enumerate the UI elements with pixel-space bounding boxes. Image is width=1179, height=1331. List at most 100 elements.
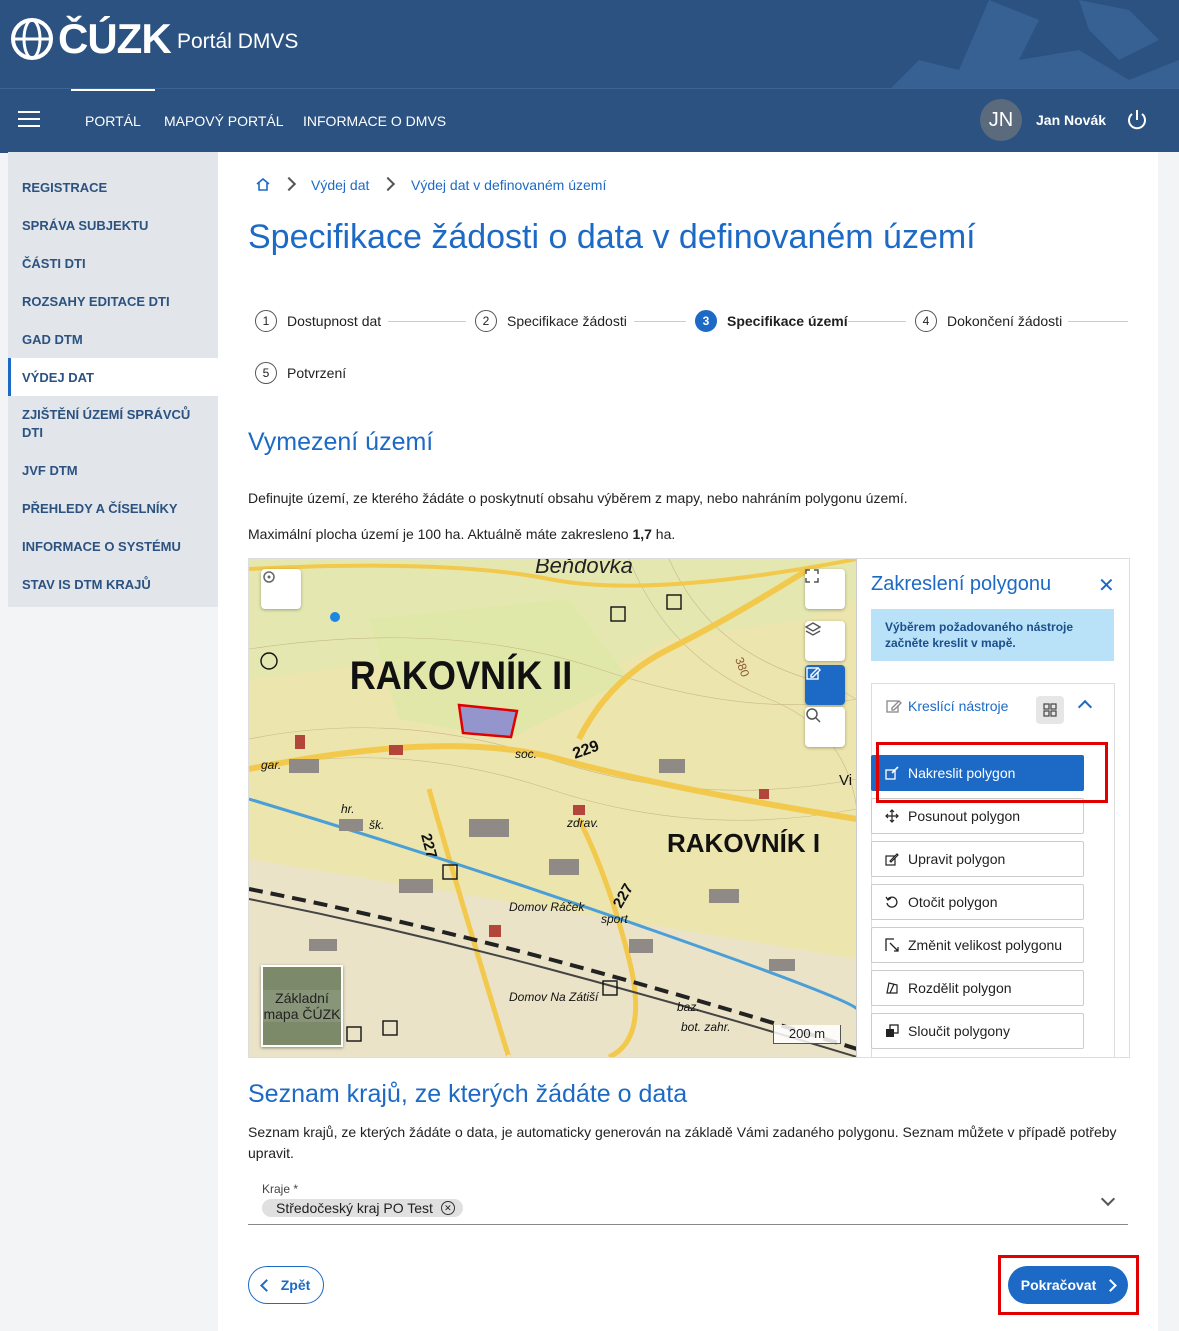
step-connector — [388, 321, 466, 322]
map-label-zdrav: zdrav. — [566, 816, 599, 830]
panel-title: Zakreslení polygonu — [871, 573, 1052, 595]
tool-move-polygon[interactable]: Posunout polygon — [871, 798, 1084, 834]
user-name[interactable]: Jan Novák — [1036, 112, 1106, 128]
section-title-kraje: Seznam krajů, ze kterých žádáte o data — [248, 1080, 688, 1108]
sidebar-item-gad-dtm[interactable]: GAD DTM — [22, 331, 207, 349]
basemap-label: Základní mapa ČÚZK — [263, 990, 341, 1022]
rotate-icon — [884, 894, 900, 910]
map-label-rakovnik-i: RAKOVNÍK I — [667, 828, 820, 858]
map-label-bendovka: Beňdovka — [535, 559, 633, 578]
highlight-box — [876, 742, 1108, 803]
map-label-gar: gar. — [261, 758, 281, 772]
avatar[interactable]: JN — [980, 99, 1022, 141]
map-label-hr: hr. — [341, 802, 355, 816]
chevron-up-icon[interactable] — [1077, 699, 1093, 715]
tool-label: Sloučit polygony — [908, 1023, 1010, 1039]
close-icon[interactable]: ✕ — [1098, 573, 1115, 598]
map-label-bot-zahr: bot. zahr. — [681, 1020, 731, 1034]
home-icon[interactable] — [256, 178, 270, 191]
step-4: 4 Dokončení žádosti — [915, 310, 1062, 332]
step-label: Dokončení žádosti — [947, 313, 1063, 329]
search-icon — [806, 708, 821, 723]
drawing-tools-label: Kreslící nástroje — [908, 698, 1009, 714]
breadcrumb-vydej-dat[interactable]: Výdej dat — [311, 177, 369, 193]
draw-polygon-panel: Zakreslení polygonu ✕ Výběrem požadované… — [856, 558, 1130, 1058]
step-connector — [1068, 321, 1128, 322]
sidebar-item-rozsahy[interactable]: ROZSAHY EDITACE DTI — [22, 293, 207, 311]
map-label-sport: sport — [601, 912, 628, 926]
step-number: 4 — [915, 310, 937, 332]
search-map-button[interactable] — [805, 707, 845, 747]
layers-icon — [805, 622, 821, 636]
tool-merge-polygons[interactable]: Sloučit polygony — [871, 1013, 1084, 1049]
map-scale: 200 m — [773, 1025, 841, 1044]
layers-button[interactable] — [805, 621, 845, 661]
info-box: Výběrem požadovaného nástroje začněte kr… — [871, 609, 1114, 661]
basemap-switcher[interactable]: Základní mapa ČÚZK — [261, 965, 343, 1047]
area-suffix: ha. — [651, 526, 676, 542]
map-label-sk: šk. — [369, 818, 384, 832]
region-chip-label: Středočeský kraj PO Test — [276, 1200, 433, 1216]
step-label: Specifikace území — [727, 313, 848, 329]
merge-icon — [884, 1023, 900, 1039]
chevron-down-icon[interactable] — [1100, 1191, 1116, 1207]
back-label: Zpět — [280, 1277, 311, 1293]
tool-edit-polygon[interactable]: Upravit polygon — [871, 841, 1084, 877]
sidebar-item-sprava-subjektu[interactable]: SPRÁVA SUBJEKTU — [22, 217, 207, 235]
section-title-vymezeni: Vymezení území — [248, 428, 434, 456]
tool-label: Otočit polygon — [908, 894, 998, 910]
map-label-domov-racek: Domov Ráček — [509, 900, 585, 914]
power-icon[interactable] — [1126, 109, 1148, 131]
tool-label: Upravit polygon — [908, 851, 1006, 867]
tool-split-polygon[interactable]: Rozdělit polygon — [871, 970, 1084, 1006]
step-number: 2 — [475, 310, 497, 332]
nav-mapovy-portal[interactable]: MAPOVÝ PORTÁL — [164, 113, 284, 129]
fullscreen-button[interactable] — [805, 569, 845, 609]
sidebar-item-stav-is[interactable]: STAV IS DTM KRAJŮ — [22, 576, 207, 594]
grid-view-button[interactable] — [1036, 696, 1064, 724]
map-label-baz: baz. — [677, 1000, 700, 1014]
nav-informace[interactable]: INFORMACE O DMVS — [303, 113, 446, 129]
back-button[interactable]: Zpět — [248, 1266, 324, 1304]
sidebar-item-jvf-dtm[interactable]: JVF DTM — [22, 462, 207, 480]
nav-portal[interactable]: PORTÁL — [71, 89, 155, 129]
reset-rotation-icon — [263, 571, 275, 583]
sidebar-item-informace[interactable]: INFORMACE O SYSTÉMU — [22, 538, 207, 556]
step-number: 1 — [255, 310, 277, 332]
tool-rotate-polygon[interactable]: Otočit polygon — [871, 884, 1084, 920]
tool-label: Rozdělit polygon — [908, 980, 1012, 996]
menu-icon[interactable] — [18, 111, 40, 129]
sidebar-item-registrace[interactable]: REGISTRACE — [22, 179, 207, 197]
cuzk-logo[interactable]: ČÚZK — [10, 14, 172, 64]
tool-label: Posunout polygon — [908, 808, 1021, 824]
breadcrumb-current[interactable]: Výdej dat v definovaném území — [411, 177, 606, 193]
background-strip — [1158, 152, 1179, 1331]
edit-icon — [806, 667, 821, 680]
area-prefix: Maximální plocha území je 100 ha. Aktuál… — [248, 526, 633, 542]
pencil-icon — [886, 700, 902, 713]
sidebar-item-zjisteni[interactable]: ZJIŠTĚNÍ ÚZEMÍ SPRÁVCŮ DTI — [22, 406, 207, 442]
section-description: Definujte území, ze kterého žádáte o pos… — [248, 490, 908, 506]
sidebar-item-casti-dti[interactable]: ČÁSTI DTI — [22, 255, 207, 273]
sidebar: REGISTRACE SPRÁVA SUBJEKTU ČÁSTI DTI ROZ… — [8, 152, 221, 607]
map-view[interactable]: Beňdovka RAKOVNÍK II RAKOVNÍK I 229 227 … — [248, 558, 857, 1058]
sidebar-item-prehledy[interactable]: PŘEHLEDY A ČÍSELNÍKY — [22, 500, 207, 518]
draw-tools-button[interactable] — [805, 665, 845, 705]
step-1: 1 Dostupnost dat — [255, 310, 381, 332]
step-connector — [634, 321, 686, 322]
kraje-select[interactable]: Kraje * Středočeský kraj PO Test ✕ — [248, 1178, 1128, 1225]
map-label-rakovnik-ii: RAKOVNÍK II — [350, 652, 573, 698]
tool-resize-polygon[interactable]: Změnit velikost polygonu — [871, 927, 1084, 963]
sidebar-item-vydej-dat[interactable]: VÝDEJ DAT — [22, 369, 207, 387]
map-label-vi: Vi — [839, 772, 852, 789]
logo-text: ČÚZK — [58, 15, 172, 62]
section2-description: Seznam krajů, ze kterých žádáte o data, … — [248, 1124, 1117, 1161]
chevron-left-icon — [259, 1278, 273, 1292]
rotate-map-button[interactable] — [261, 569, 301, 609]
main-nav: PORTÁL MAPOVÝ PORTÁL INFORMACE O DMVS JN… — [0, 88, 1179, 153]
step-number: 3 — [695, 310, 717, 332]
area-info: Maximální plocha území je 100 ha. Aktuál… — [248, 524, 675, 545]
remove-chip-icon[interactable]: ✕ — [440, 1201, 455, 1215]
drawing-tools-header[interactable]: Kreslící nástroje — [886, 698, 1008, 714]
step-label: Specifikace žádosti — [507, 313, 627, 329]
